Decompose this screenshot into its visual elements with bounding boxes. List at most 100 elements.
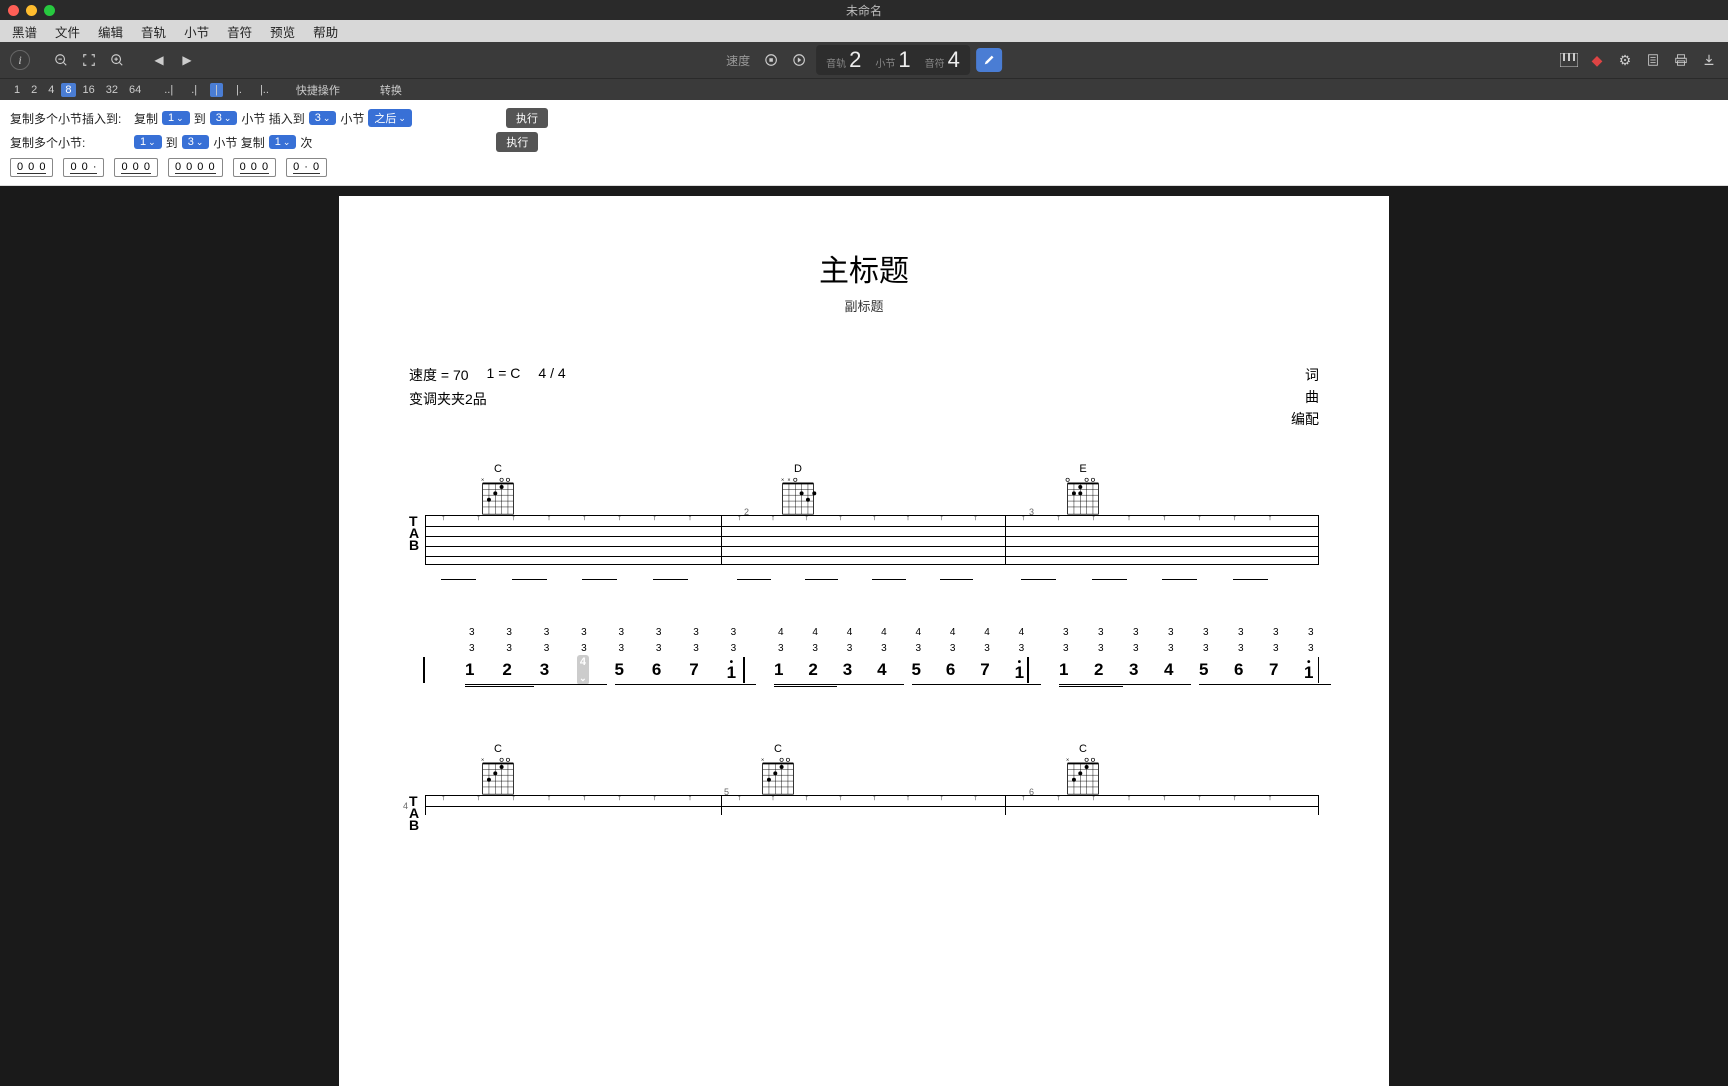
score-title[interactable]: 主标题 (409, 246, 1319, 290)
credit-lyrics[interactable]: 词 (1305, 365, 1319, 385)
numeric-system-1[interactable]: 333333334444444433333333 333333333333333… (409, 627, 1319, 689)
menu-app[interactable]: 黑谱 (12, 22, 37, 41)
note[interactable]: •1 (1304, 660, 1313, 680)
note-pattern-5[interactable]: 0 0 0 (233, 158, 276, 177)
settings-icon[interactable]: ⚙ (1616, 51, 1634, 69)
credit-arrange[interactable]: 编配 (1291, 409, 1319, 429)
note[interactable]: 7 (689, 663, 698, 677)
menu-track[interactable]: 音轨 (141, 22, 166, 41)
chord-diagram[interactable]: C × (759, 743, 797, 797)
note[interactable]: 4 (577, 655, 589, 685)
maximize-icon[interactable] (44, 5, 55, 16)
insert-position-select[interactable]: 之后 (368, 109, 412, 127)
menu-preview[interactable]: 预览 (270, 22, 295, 41)
chord-diagram[interactable]: C × (1064, 743, 1102, 797)
download-icon[interactable] (1700, 51, 1718, 69)
note[interactable]: 1 (774, 663, 783, 677)
note[interactable]: 4 (1164, 663, 1173, 677)
key-text[interactable]: 1 = C (487, 365, 521, 385)
note[interactable]: 6 (1234, 663, 1243, 677)
copy-to-select[interactable]: 3 (210, 111, 238, 125)
note[interactable]: 1 (1059, 663, 1068, 677)
note[interactable]: 4 (877, 663, 886, 677)
note-pattern-4[interactable]: 0 0 0 0 (168, 158, 223, 177)
note[interactable]: 6 (946, 663, 955, 677)
chord-diagram[interactable]: D ×× (779, 463, 817, 517)
copy-from-select[interactable]: 1 (162, 111, 190, 125)
note-pattern-3[interactable]: 0 0 0 (114, 158, 157, 177)
note[interactable]: 2 (502, 663, 511, 677)
tempo-text[interactable]: 速度 = 70 (409, 365, 469, 385)
subdiv-4[interactable]: 4 (44, 83, 58, 97)
capo-text[interactable]: 变调夹夹2品 (409, 389, 566, 409)
dotted-2-icon[interactable]: .| (186, 83, 202, 97)
note[interactable]: 1 (465, 663, 474, 677)
document-icon[interactable] (1644, 51, 1662, 69)
note-pattern-1[interactable]: 0 0 0 (10, 158, 53, 177)
quick-action-button[interactable]: 快捷操作 (296, 82, 340, 98)
note[interactable]: 5 (615, 663, 624, 677)
subdiv-16[interactable]: 16 (79, 83, 99, 97)
fit-screen-icon[interactable] (78, 49, 100, 71)
zoom-in-icon[interactable] (106, 49, 128, 71)
note[interactable]: •1 (1015, 660, 1024, 680)
play-icon[interactable] (788, 49, 810, 71)
credit-music[interactable]: 曲 (1305, 387, 1319, 407)
note[interactable]: 2 (1094, 663, 1103, 677)
note[interactable]: 7 (980, 663, 989, 677)
piano-icon[interactable] (1560, 51, 1578, 69)
note[interactable]: •1 (727, 660, 736, 680)
insert-at-select[interactable]: 3 (309, 111, 337, 125)
execute-insert-button[interactable]: 执行 (506, 108, 548, 128)
repeat-times-select[interactable]: 1 (269, 135, 297, 149)
minimize-icon[interactable] (26, 5, 37, 16)
note[interactable]: 3 (540, 663, 549, 677)
menu-help[interactable]: 帮助 (313, 22, 338, 41)
note-pattern-6[interactable]: 0 · 0 (286, 158, 327, 177)
subdiv-1[interactable]: 1 (10, 83, 24, 97)
subdiv-8[interactable]: 8 (61, 83, 75, 97)
bar-dot-1-icon[interactable]: |. (231, 83, 247, 97)
chord-diagram[interactable]: C × (479, 463, 517, 517)
counter-measure: 1 (898, 47, 910, 73)
zoom-out-icon[interactable] (50, 49, 72, 71)
close-icon[interactable] (8, 5, 19, 16)
stop-icon[interactable] (760, 49, 782, 71)
metronome-icon[interactable]: ◆ (1588, 51, 1606, 69)
menu-edit[interactable]: 编辑 (98, 22, 123, 41)
note[interactable]: 6 (652, 663, 661, 677)
note-pattern-2[interactable]: 0 0 · (63, 158, 104, 177)
menu-measure[interactable]: 小节 (184, 22, 209, 41)
note[interactable]: 7 (1269, 663, 1278, 677)
repeat-from-select[interactable]: 1 (134, 135, 162, 149)
edit-mode-icon[interactable] (976, 48, 1002, 72)
tab-system-1[interactable]: C × D ×× E 2 3 TAB (409, 459, 1319, 587)
bar-icon[interactable]: | (210, 83, 223, 97)
menu-file[interactable]: 文件 (55, 22, 80, 41)
info-icon[interactable]: i (10, 50, 30, 70)
dotted-1-icon[interactable]: ..| (159, 83, 178, 97)
chord-diagram[interactable]: C × (479, 743, 517, 797)
tab-system-2[interactable]: C × C × C × 4 5 6 TAB (409, 739, 1319, 855)
note[interactable]: 3 (1129, 663, 1138, 677)
note[interactable]: 2 (808, 663, 817, 677)
timesig-text[interactable]: 4 / 4 (538, 365, 565, 385)
transform-button[interactable]: 转换 (380, 82, 402, 98)
subdiv-2[interactable]: 2 (27, 83, 41, 97)
bar-dot-2-icon[interactable]: |.. (255, 83, 274, 97)
subdiv-32[interactable]: 32 (102, 83, 122, 97)
svg-text:×: × (1066, 758, 1069, 764)
chord-diagram[interactable]: E (1064, 463, 1102, 517)
note[interactable]: 5 (1199, 663, 1208, 677)
prev-icon[interactable]: ◀ (148, 49, 170, 71)
repeat-to-select[interactable]: 3 (182, 135, 210, 149)
score-subtitle[interactable]: 副标题 (409, 296, 1319, 315)
subdiv-64[interactable]: 64 (125, 83, 145, 97)
execute-repeat-button[interactable]: 执行 (496, 132, 538, 152)
note[interactable]: 3 (843, 663, 852, 677)
print-icon[interactable] (1672, 51, 1690, 69)
score-viewport[interactable]: 主标题 副标题 速度 = 70 1 = C 4 / 4 变调夹夹2品 词 曲 编… (0, 186, 1728, 1086)
menu-note[interactable]: 音符 (227, 22, 252, 41)
note[interactable]: 5 (912, 663, 921, 677)
next-icon[interactable]: ▶ (176, 49, 198, 71)
